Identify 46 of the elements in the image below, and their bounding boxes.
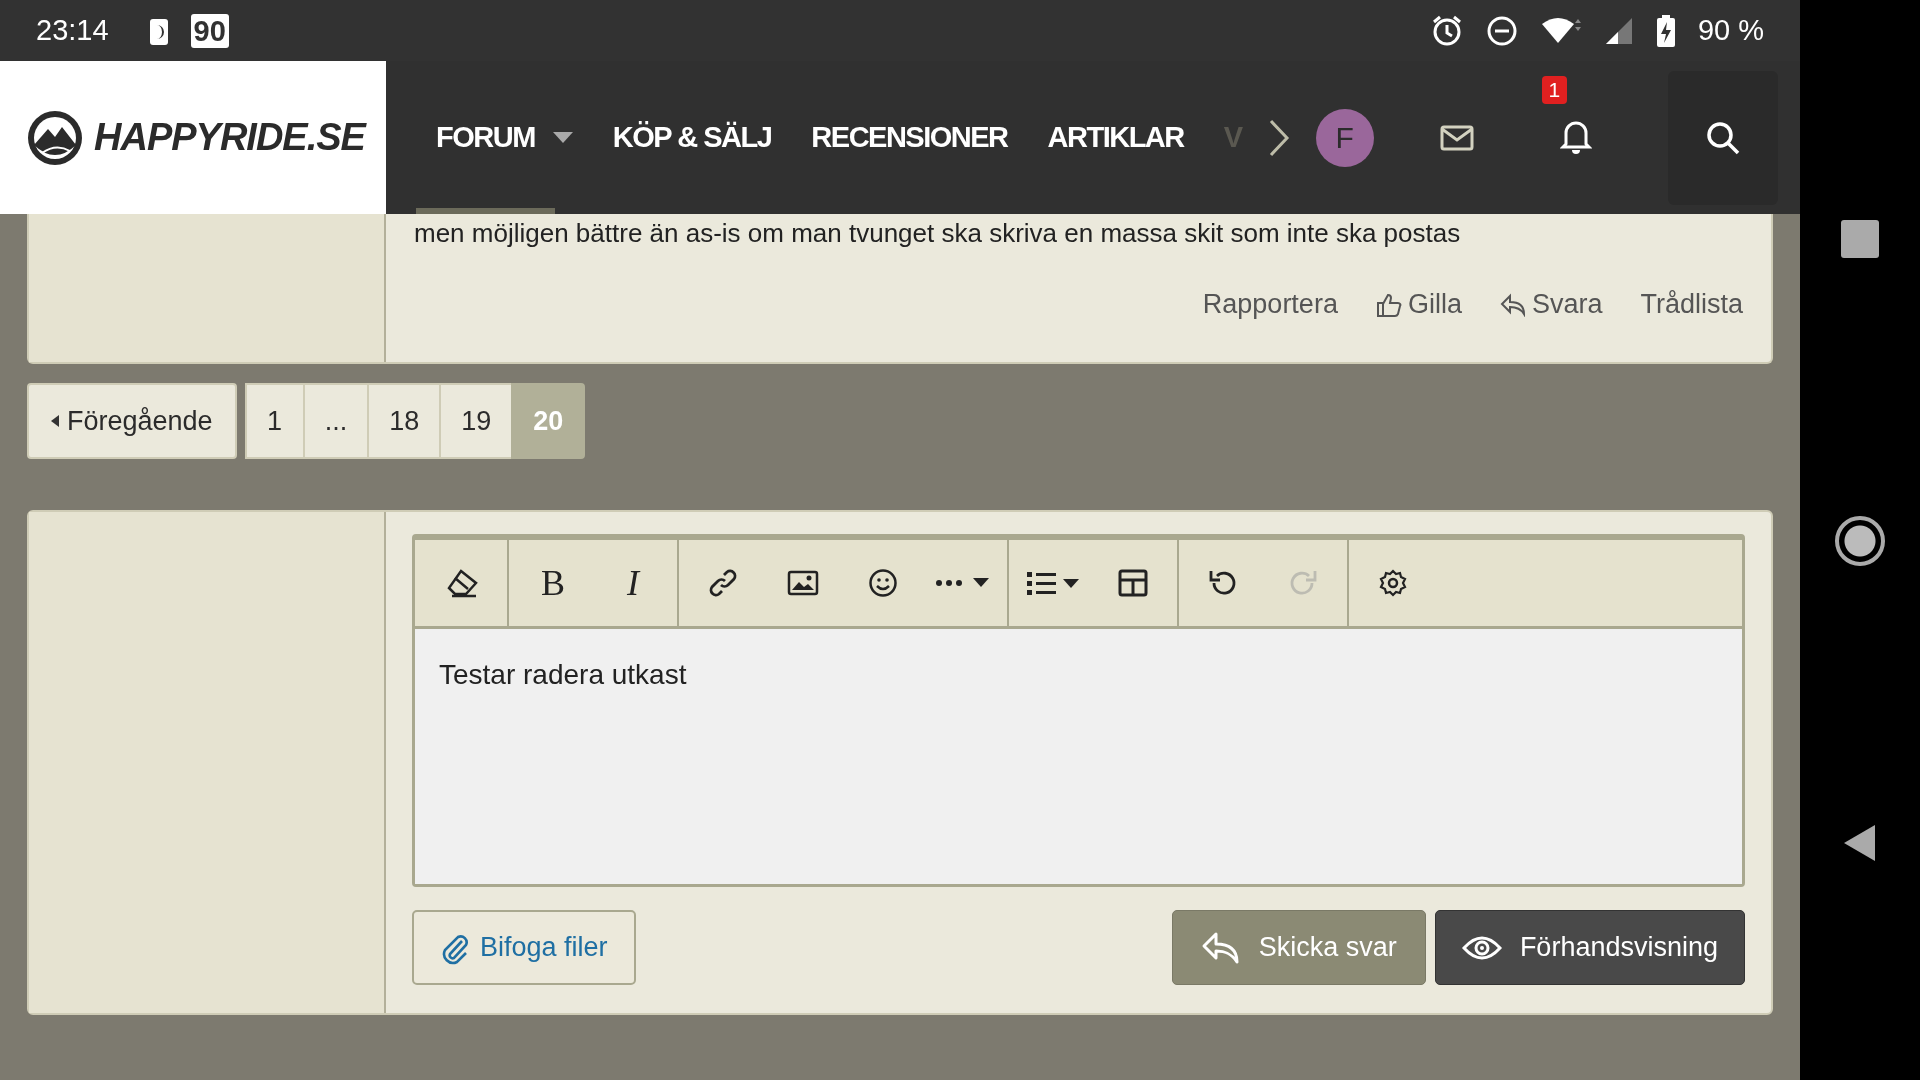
logo-icon [26, 108, 84, 167]
search-icon[interactable] [1704, 119, 1741, 156]
rich-text-editor[interactable]: B I Testar radera utkast [412, 534, 1745, 887]
home-icon[interactable] [1835, 516, 1885, 566]
battery-icon [1655, 13, 1676, 48]
previous-page-button[interactable]: Föregående [27, 383, 237, 459]
post-action-link[interactable]: Trådlista [1640, 289, 1743, 320]
preview-button[interactable]: Förhandsvisning [1434, 910, 1745, 985]
page-number-button[interactable]: 19 [439, 383, 514, 459]
notification-badge: 90 [190, 13, 229, 48]
nav-tab[interactable]: KÖP & SÄLJ [592, 61, 792, 214]
page-number-button[interactable]: 18 [367, 383, 442, 459]
redo-icon [1288, 568, 1318, 598]
bold-button[interactable]: B [513, 540, 593, 626]
battery-percent: 90 % [1697, 14, 1764, 47]
send-reply-button[interactable]: Skicka svar [1171, 910, 1426, 985]
table-icon [1118, 569, 1148, 597]
reply-icon [1499, 292, 1526, 317]
post-action-link[interactable]: Gilla [1375, 289, 1462, 320]
eraser-icon [447, 568, 479, 598]
list-icon [1025, 569, 1081, 597]
back-icon[interactable] [1843, 824, 1877, 862]
caret-icon[interactable] [552, 131, 573, 144]
post-text: men möjligen bättre än as-is om man tvunget ska skriva en massa skit som inte ska postas [414, 217, 1462, 249]
image-icon [787, 570, 819, 596]
alert-count-badge: 1 [1541, 75, 1568, 104]
caret-left-icon [51, 415, 59, 427]
gear-icon [1378, 568, 1408, 598]
clock-time: 23:14 [36, 14, 109, 47]
attach-files-button[interactable]: Bifoga filer [412, 910, 636, 985]
chevron-right-icon[interactable] [1267, 117, 1290, 158]
site-logo[interactable]: HAPPYRIDE.SE [94, 116, 365, 159]
nav-tab[interactable]: RECENSIONER [791, 61, 1028, 214]
nav-tab[interactable]: ARTIKLAR [1027, 61, 1204, 214]
reply-icon [1200, 930, 1241, 965]
undo-icon [1208, 568, 1238, 598]
italic-button[interactable]: I [593, 540, 673, 626]
smiley-icon [868, 568, 898, 598]
mail-icon[interactable] [1439, 124, 1474, 151]
post-action-link[interactable]: Svara [1499, 289, 1603, 320]
link-icon [708, 568, 738, 598]
do-not-disturb-icon [1485, 14, 1518, 47]
page-number-button[interactable]: 1 [244, 383, 305, 459]
thumbs-up-icon [1375, 291, 1402, 318]
post-action-link[interactable]: Rapportera [1202, 289, 1338, 320]
page-number-button[interactable]: ... [302, 383, 370, 459]
